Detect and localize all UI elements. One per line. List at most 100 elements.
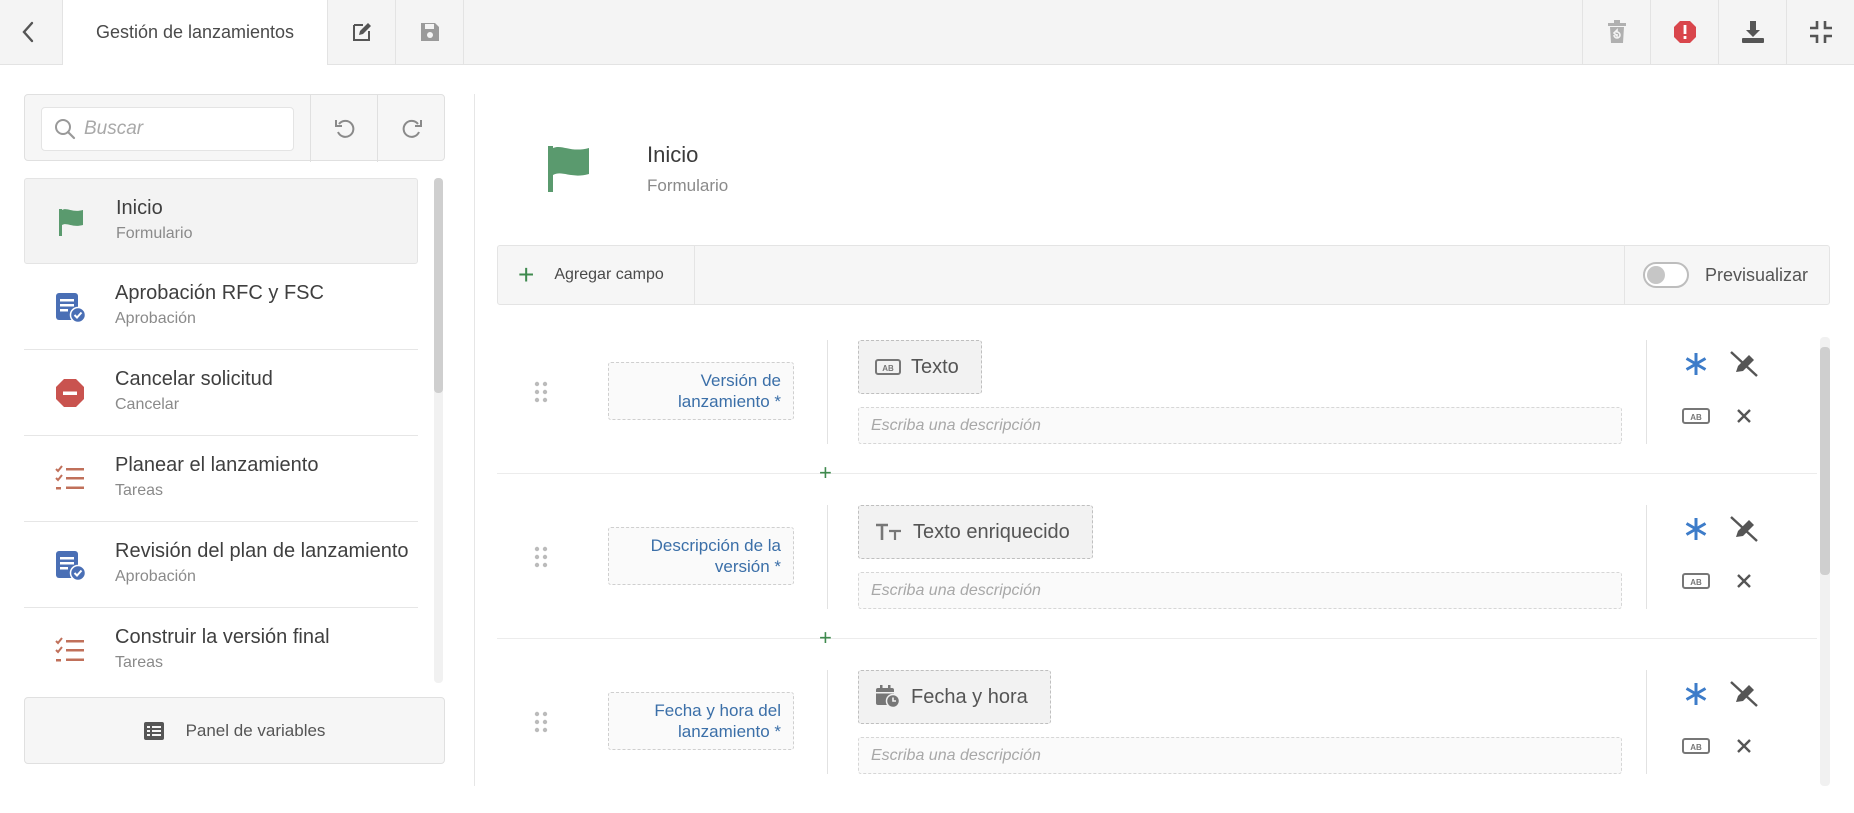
step-item-revision[interactable]: Revisión del plan de lanzamiento Aprobac… <box>24 522 418 608</box>
redo-button[interactable] <box>377 95 445 162</box>
step-title: Inicio <box>116 197 163 219</box>
plus-icon: + <box>518 259 535 290</box>
fields-toolbar: + Agregar campo Previsualizar <box>497 245 1830 305</box>
steps-list: Inicio Formulario Aprobación RFC y FSC A… <box>24 178 418 678</box>
readonly-toggle[interactable] <box>1727 512 1761 546</box>
table-list-icon <box>143 721 164 740</box>
step-item-planear[interactable]: Planear el lanzamiento Tareas <box>24 436 418 522</box>
description-input[interactable] <box>859 738 1621 773</box>
description-field[interactable] <box>858 737 1622 774</box>
undo-button[interactable] <box>310 95 378 162</box>
close-icon <box>1737 739 1751 753</box>
field-label[interactable]: Versión de lanzamiento * <box>608 362 794 420</box>
close-icon <box>1737 574 1751 588</box>
asterisk-icon <box>1685 683 1707 705</box>
panel-divider <box>474 94 475 786</box>
step-title: Cancelar solicitud <box>115 368 273 390</box>
label-toggle[interactable]: AB <box>1679 729 1713 763</box>
field-type-chip[interactable]: AB Texto <box>858 340 982 394</box>
column-divider <box>1646 505 1647 609</box>
required-toggle[interactable] <box>1679 347 1713 381</box>
save-button[interactable] <box>396 0 464 64</box>
asterisk-icon <box>1685 518 1707 540</box>
edit-icon <box>352 23 371 41</box>
column-divider <box>827 505 828 609</box>
step-item-construir[interactable]: Construir la versión final Tareas <box>24 608 418 678</box>
tab-title[interactable]: Gestión de lanzamientos <box>62 0 328 65</box>
download-button[interactable] <box>1718 0 1786 64</box>
drag-handle-icon[interactable] <box>534 711 548 733</box>
field-type-chip[interactable]: Texto enriquecido <box>858 505 1093 559</box>
step-item-aprobacion-rfc[interactable]: Aprobación RFC y FSC Aprobación <box>24 264 418 350</box>
step-title: Construir la versión final <box>115 626 330 648</box>
text-field-icon: AB <box>1682 408 1710 424</box>
calendar-clock-icon <box>876 685 901 709</box>
flag-icon <box>545 144 591 199</box>
delete-field-button[interactable] <box>1727 729 1761 763</box>
text-field-icon: AB <box>1682 573 1710 589</box>
restore-button[interactable] <box>1582 0 1650 64</box>
preview-toggle[interactable] <box>1643 262 1689 288</box>
insert-field-button[interactable]: + <box>819 627 832 649</box>
redo-icon <box>402 119 422 138</box>
cancel-icon <box>54 377 86 409</box>
field-label[interactable]: Descripción de la versión * <box>608 527 794 585</box>
chevron-left-icon <box>22 21 34 43</box>
drag-handle-icon[interactable] <box>534 381 548 403</box>
description-field[interactable] <box>858 572 1622 609</box>
fields-scrollbar[interactable] <box>1820 337 1830 786</box>
description-field[interactable] <box>858 407 1622 444</box>
alert-icon <box>1673 21 1696 43</box>
label-toggle[interactable]: AB <box>1679 399 1713 433</box>
step-subtitle: Formulario <box>116 225 193 242</box>
edit-button[interactable] <box>328 0 396 64</box>
step-subtitle: Tareas <box>115 654 164 671</box>
text-field-icon: AB <box>875 359 901 375</box>
preview-label: Previsualizar <box>1705 264 1809 285</box>
field-label[interactable]: Fecha y hora del lanzamiento * <box>608 692 794 750</box>
field-type-label: Texto <box>911 355 959 378</box>
description-input[interactable] <box>859 408 1621 443</box>
required-toggle[interactable] <box>1679 677 1713 711</box>
variables-panel-button[interactable]: Panel de variables <box>24 697 445 764</box>
column-divider <box>1646 670 1647 774</box>
step-subtitle: Cancelar <box>115 396 180 413</box>
scrollbar-thumb[interactable] <box>1820 347 1830 575</box>
readonly-toggle[interactable] <box>1727 677 1761 711</box>
field-type-label: Fecha y hora <box>911 685 1028 708</box>
text-field-icon: AB <box>1682 738 1710 754</box>
delete-field-button[interactable] <box>1727 399 1761 433</box>
row-divider <box>497 473 1817 474</box>
undo-icon <box>334 119 354 138</box>
back-button[interactable] <box>0 0 56 64</box>
form-subtitle: Formulario <box>647 176 729 195</box>
step-title: Planear el lanzamiento <box>115 454 319 476</box>
scrollbar-thumb[interactable] <box>434 178 443 393</box>
svg-text:AB: AB <box>882 364 894 373</box>
steps-scrollbar[interactable] <box>434 178 443 683</box>
step-title: Revisión del plan de lanzamiento <box>115 540 409 562</box>
search-input[interactable] <box>84 118 274 140</box>
step-subtitle: Aprobación <box>115 310 196 327</box>
required-toggle[interactable] <box>1679 512 1713 546</box>
alert-button[interactable] <box>1650 0 1718 64</box>
drag-handle-icon[interactable] <box>534 546 548 568</box>
step-item-cancelar[interactable]: Cancelar solicitud Cancelar <box>24 350 418 436</box>
description-input[interactable] <box>859 573 1621 608</box>
pencil-slash-icon <box>1730 516 1758 542</box>
label-toggle[interactable]: AB <box>1679 564 1713 598</box>
search-bar <box>24 94 445 162</box>
delete-field-button[interactable] <box>1727 564 1761 598</box>
step-item-inicio[interactable]: Inicio Formulario <box>24 178 418 264</box>
search-icon <box>55 119 76 140</box>
search-field[interactable] <box>41 107 294 151</box>
add-field-button[interactable]: + Agregar campo <box>498 246 695 304</box>
svg-text:AB: AB <box>1690 743 1702 752</box>
readonly-toggle[interactable] <box>1727 347 1761 381</box>
column-divider <box>827 670 828 774</box>
field-type-chip[interactable]: Fecha y hora <box>858 670 1051 724</box>
collapse-button[interactable] <box>1786 0 1854 64</box>
insert-field-button[interactable]: + <box>819 462 832 484</box>
variables-panel-label: Panel de variables <box>185 720 326 740</box>
approval-icon <box>54 291 86 323</box>
